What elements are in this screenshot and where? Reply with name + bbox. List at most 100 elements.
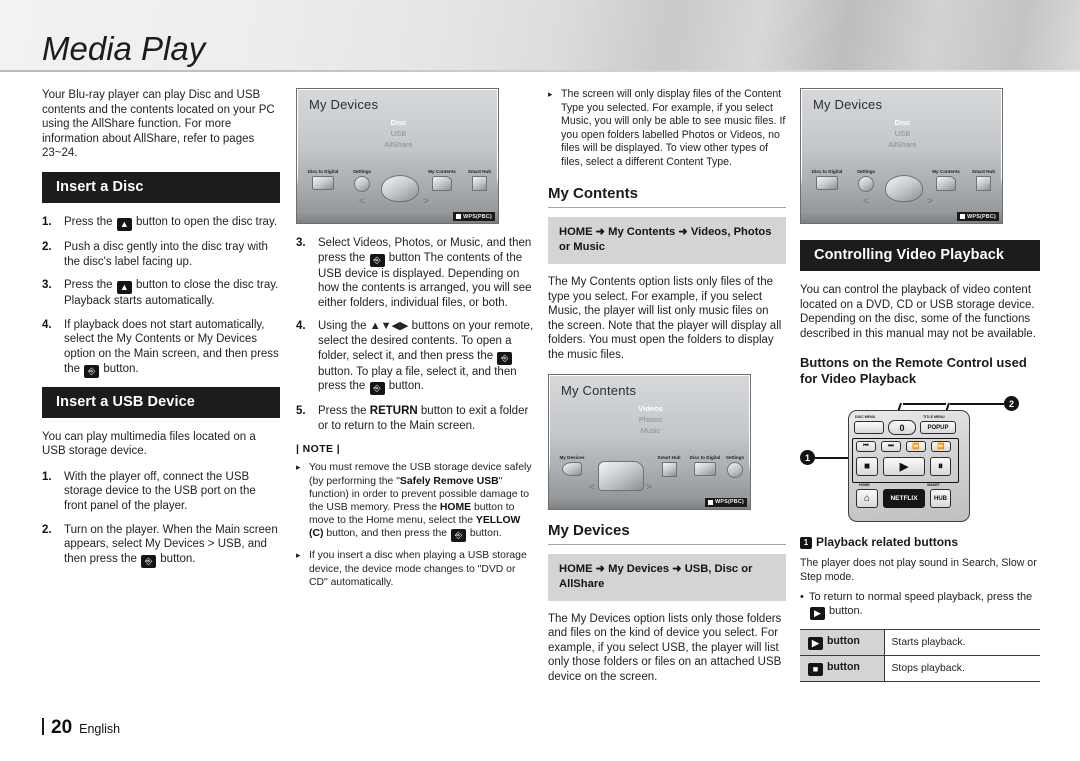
chevron-right-icon: > (646, 481, 652, 493)
column-one: Your Blu-ray player can play Disc and US… (42, 88, 280, 577)
my-devices-path-box: HOME ➜ My Devices ➜ USB, Disc or AllShar… (548, 553, 786, 601)
step-number: 3. (42, 279, 52, 292)
return-button-name: RETURN (369, 405, 418, 418)
pause-button[interactable]: ⏸ (930, 457, 951, 477)
tv-icon-disc-to-digital: Disc to Digital (301, 169, 345, 190)
tv-icon-settings: Settings (347, 169, 377, 192)
chevron-left-icon: < (359, 196, 365, 207)
rewind-button[interactable]: ⏪ (906, 441, 926, 453)
controlling-video-playback-title: Controlling Video Playback (800, 240, 1040, 271)
step-text: Using the ▲▼◀▶ buttons on your remote, s… (318, 319, 534, 396)
disc-to-digital-icon (312, 176, 334, 190)
intro-paragraph: Your Blu-ray player can play Disc and US… (42, 89, 275, 160)
chevron-right-icon: > (423, 196, 429, 207)
my-contents-screenshot: My Contents Videos Photos Music My Devic… (548, 373, 751, 510)
home-button-name: HOME (439, 501, 472, 513)
my-devices-screenshot: My Devices Disc USB AllShare Disc to Dig… (296, 88, 499, 224)
stop-button[interactable]: ■ (856, 457, 878, 477)
note-text: The screen will only display files of th… (561, 88, 786, 168)
disc-icon (381, 175, 419, 202)
tv-icon-label: Smart Hub (657, 454, 681, 460)
note-bullet-icon: ▸ (296, 462, 301, 473)
footer-page-number: 20 (51, 717, 73, 738)
step-number: 1. (42, 215, 52, 228)
play-button[interactable]: ▶ (883, 457, 925, 477)
enter-icon: ⎆ (141, 554, 157, 568)
tv-icon-label: My Devices (559, 454, 585, 460)
tv-icon-row: Disc to Digital Settings My Contents Sma… (801, 167, 1002, 209)
smart-hub-icon (661, 461, 677, 477)
enter-icon: ⎆ (450, 529, 466, 543)
list-item: 1. With the player off, connect the USB … (42, 470, 280, 514)
callout-2: 2 (1004, 396, 1019, 412)
my-contents-heading: My Contents (548, 185, 786, 208)
step-text: Turn on the player. When the Main screen… (64, 523, 280, 568)
chevron-right-icon: > (927, 196, 933, 207)
tv-menu-list: Disc USB AllShare (801, 117, 1002, 150)
step-text-post: button. (100, 362, 139, 375)
tv-icon-disc (883, 167, 925, 202)
arrow-keys-icon: ▲▼◀▶ (369, 320, 409, 333)
step-text: Select Videos, Photos, or Music, and the… (318, 236, 534, 310)
tv-icon-smart-hub: Smart Hub (463, 169, 496, 191)
list-item: 2. Push a disc gently into the disc tray… (42, 240, 280, 269)
tv-icon-disc-to-digital: Disc to Digital (805, 169, 849, 190)
step-text: Push a disc gently into the disc tray wi… (64, 240, 268, 268)
zero-button[interactable]: 0 (888, 420, 916, 436)
note-bullet-icon: ▸ (296, 550, 301, 561)
disc-icon (885, 175, 923, 202)
tv-icon-label: Smart Hub (467, 169, 492, 174)
wps-square-icon (960, 214, 966, 219)
tv-icon-label: Settings (856, 169, 876, 174)
tv-icon-label: Smart Hub (971, 169, 996, 174)
netflix-button[interactable]: NETFLIX (883, 489, 925, 509)
list-item: 1. Press the ▲ button to open the disc t… (42, 215, 280, 231)
callout-2-leader-h2 (903, 403, 946, 405)
step-number: 1. (42, 470, 52, 483)
list-item: 3. Press the ▲ button to close the disc … (42, 278, 280, 309)
enter-icon: ⎆ (369, 382, 385, 396)
smart-hub-button[interactable]: HUB (930, 489, 951, 509)
remote-control-diagram: 1 2 DISC MENU TITLE MENU 0 POPUP ⏮ ⏭ ⏪ ⏩… (800, 396, 1040, 526)
smart-hub-icon (976, 176, 991, 191)
step-number: 4. (42, 318, 52, 331)
fast-forward-button[interactable]: ⏩ (931, 441, 951, 453)
next-button[interactable]: ⏭ (881, 441, 901, 453)
usb-continued-steps: 3. Select Videos, Photos, or Music, and … (296, 236, 534, 433)
tv-icon-settings: Settings (851, 169, 881, 192)
disc-menu-button[interactable] (854, 421, 884, 435)
enter-icon: ⎆ (84, 364, 100, 378)
table-cell-desc: Starts playback. (891, 637, 966, 649)
content-type-note: ▸ The screen will only display files of … (548, 88, 786, 169)
popup-button[interactable]: POPUP (920, 421, 956, 435)
my-contents-body: The My Contents option lists only files … (548, 276, 782, 361)
table-cell-key: ▶ button (800, 629, 885, 656)
previous-button[interactable]: ⏮ (856, 441, 876, 453)
chevron-left-icon: < (589, 481, 595, 493)
enter-icon: ⎆ (369, 253, 385, 267)
insert-disc-steps: 1. Press the ▲ button to open the disc t… (42, 215, 280, 378)
contents-cart-icon (598, 460, 644, 491)
step-text: If playback does not start automatically… (64, 318, 280, 378)
list-item: 5. Press the RETURN button to exit a fol… (296, 404, 534, 433)
tv-menu-list: Disc USB AllShare (297, 117, 498, 150)
playback-button-table: ▶ button Starts playback. ■ button Stops… (800, 629, 1040, 682)
step-text-pre: Press the (64, 215, 116, 228)
tv-icon-smart-hub: Smart Hub (653, 455, 685, 477)
footer-language: English (79, 722, 121, 736)
list-item: 2. Turn on the player. When the Main scr… (42, 523, 280, 568)
step-text: Press the ▲ button to open the disc tray… (64, 215, 277, 231)
tv-menu-item-music: Music (640, 425, 661, 435)
callout-1-body: The player does not play sound in Search… (800, 557, 1037, 583)
home-button[interactable]: ⌂ (856, 489, 878, 509)
tv-menu-item-disc: Disc (297, 117, 498, 128)
table-row: ▶ button Starts playback. (800, 629, 1040, 656)
tv-icon-label: My Contents (428, 169, 456, 174)
title-menu-label: TITLE MENU (923, 415, 945, 420)
step-number: 2. (42, 240, 52, 253)
wps-watermark: WPS(PBC) (957, 212, 999, 221)
disc-to-digital-icon (694, 461, 716, 476)
step-text: Press the RETURN button to exit a folder… (318, 404, 534, 433)
tv-screen-title: My Contents (561, 382, 637, 398)
play-icon: ▶ (808, 637, 823, 651)
